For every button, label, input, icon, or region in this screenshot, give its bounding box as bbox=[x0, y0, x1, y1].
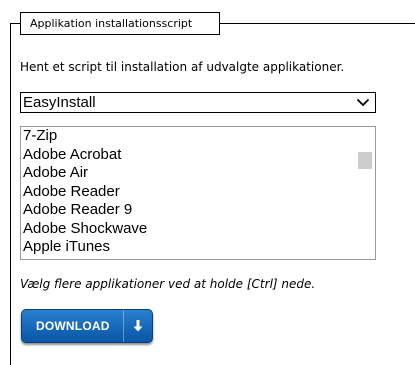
download-arrow-icon bbox=[133, 320, 143, 332]
list-item[interactable]: Adobe Shockwave bbox=[23, 220, 353, 239]
listbox-scrollbar[interactable] bbox=[355, 127, 375, 259]
list-item[interactable]: Apple iTunes bbox=[23, 238, 353, 257]
installer-select-value: EasyInstall bbox=[23, 94, 96, 111]
scrollbar-thumb[interactable] bbox=[358, 152, 372, 169]
fieldset-border-left bbox=[10, 23, 11, 365]
list-item[interactable]: Adobe Acrobat bbox=[23, 146, 353, 165]
download-button-label: DOWNLOAD bbox=[36, 319, 110, 333]
list-item[interactable]: 7-Zip bbox=[23, 127, 353, 146]
list-item[interactable]: Adobe Reader bbox=[23, 183, 353, 202]
chevron-down-icon bbox=[356, 98, 370, 107]
multi-select-hint: Vælg flere applikationer ved at holde [C… bbox=[20, 277, 316, 291]
fieldset-legend: Applikation installationsscript bbox=[20, 12, 220, 35]
installer-select[interactable]: EasyInstall bbox=[20, 92, 376, 113]
description-text: Hent et script til installation af udval… bbox=[20, 60, 345, 74]
list-item[interactable]: Adobe Air bbox=[23, 164, 353, 183]
download-button[interactable]: DOWNLOAD bbox=[21, 309, 153, 343]
button-divider bbox=[123, 310, 124, 342]
list-item[interactable]: Adobe Reader 9 bbox=[23, 201, 353, 220]
applications-listbox[interactable]: 7-Zip Adobe Acrobat Adobe Air Adobe Read… bbox=[20, 126, 376, 260]
